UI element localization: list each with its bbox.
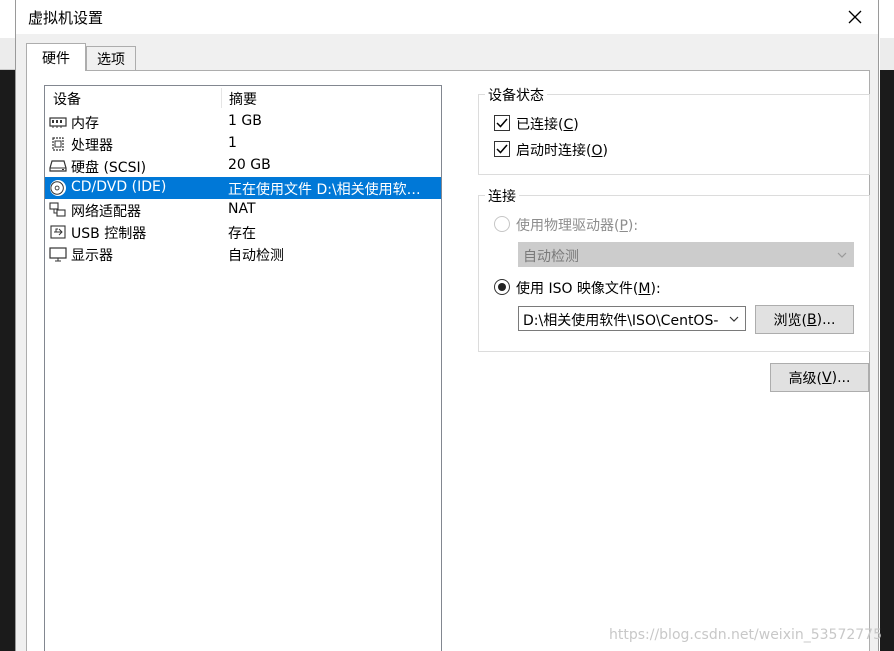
connected-checkbox[interactable]	[494, 115, 510, 131]
watermark: https://blog.csdn.net/weixin_53572775	[608, 627, 882, 643]
device-row-cd-dvd[interactable]: CD/DVD (IDE) 正在使用文件 D:\相关使用软…	[45, 177, 441, 199]
device-row-display[interactable]: 显示器 自动检测	[45, 243, 441, 265]
device-row-network-adapter[interactable]: 网络适配器 NAT	[45, 199, 441, 221]
connect-at-power-on-checkbox[interactable]	[494, 141, 510, 157]
title-bar: 虚拟机设置	[16, 0, 878, 34]
hardware-panel: 设备 摘要 内存 1 GB 处理器 1 硬盘 (SCSI) 20 GB CD/D…	[26, 70, 870, 651]
device-row-usb-controller[interactable]: USB 控制器 存在	[45, 221, 441, 243]
vm-settings-dialog: 虚拟机设置 硬件 选项 设备 摘要 内存 1 GB 处理器 1 硬盘 (SCSI…	[15, 0, 879, 651]
connection-group: 连接 使用物理驱动器(P): 自动检测 使用 ISO 映像文件(M): D:\相…	[478, 186, 870, 352]
device-name: CD/DVD (IDE)	[71, 179, 167, 195]
connect-at-power-on-label[interactable]: 启动时连接(O)	[516, 140, 608, 160]
iso-image-label[interactable]: 使用 ISO 映像文件(M):	[516, 278, 661, 298]
device-name: 网络适配器	[71, 204, 141, 220]
device-list[interactable]: 设备 摘要 内存 1 GB 处理器 1 硬盘 (SCSI) 20 GB CD/D…	[44, 85, 442, 651]
display-icon	[49, 247, 67, 262]
hard-disk-icon	[49, 160, 67, 172]
column-header-summary[interactable]: 摘要	[229, 89, 257, 109]
device-summary: 20 GB	[228, 157, 271, 173]
tab-options[interactable]: 选项	[86, 46, 136, 71]
chevron-down-icon	[729, 316, 739, 322]
network-adapter-icon	[49, 202, 66, 217]
close-icon	[848, 10, 862, 24]
physical-drive-select[interactable]: 自动检测	[518, 242, 854, 267]
connected-label[interactable]: 已连接(C)	[516, 114, 579, 134]
device-status-group: 设备状态 已连接(C) 启动时连接(O)	[478, 85, 870, 175]
physical-drive-radio[interactable]	[494, 216, 510, 232]
device-summary: 存在	[228, 226, 256, 242]
checkmark-icon	[496, 144, 508, 154]
device-summary: 1	[228, 135, 237, 151]
device-summary: 正在使用文件 D:\相关使用软…	[228, 182, 421, 198]
device-row-hard-disk[interactable]: 硬盘 (SCSI) 20 GB	[45, 155, 441, 177]
checkmark-icon	[496, 118, 508, 128]
iso-path-combobox[interactable]: D:\相关使用软件\ISO\CentOS-	[518, 306, 746, 331]
device-name: 处理器	[71, 138, 113, 154]
window-title: 虚拟机设置	[28, 9, 104, 27]
column-header-device[interactable]: 设备	[53, 89, 81, 109]
device-summary: 1 GB	[228, 113, 262, 129]
device-summary: NAT	[228, 201, 256, 217]
tab-hardware[interactable]: 硬件	[26, 43, 86, 71]
close-button[interactable]	[838, 2, 872, 32]
memory-icon	[49, 117, 67, 128]
iso-path-value: D:\相关使用软件\ISO\CentOS-	[523, 313, 719, 329]
browse-button[interactable]: 浏览(B)...	[755, 305, 854, 334]
device-summary: 自动检测	[228, 248, 284, 264]
column-divider[interactable]	[221, 88, 222, 108]
device-status-title: 设备状态	[485, 85, 547, 105]
radio-selected-dot	[498, 283, 506, 291]
device-name: 硬盘 (SCSI)	[71, 160, 147, 176]
device-name: USB 控制器	[71, 226, 147, 242]
device-name: 显示器	[71, 248, 113, 264]
iso-image-radio[interactable]	[494, 279, 510, 295]
usb-controller-icon	[50, 225, 66, 239]
device-list-header: 设备 摘要	[45, 86, 441, 110]
chevron-down-icon	[837, 252, 847, 258]
cd-dvd-icon	[50, 180, 66, 196]
physical-drive-select-value: 自动检测	[523, 249, 579, 265]
background-window-right	[880, 70, 894, 651]
connection-title: 连接	[485, 186, 519, 206]
background-window-strip-right	[880, 38, 894, 70]
processor-icon	[52, 137, 64, 151]
device-name: 内存	[71, 116, 99, 132]
device-row-memory[interactable]: 内存 1 GB	[45, 111, 441, 133]
advanced-button[interactable]: 高级(V)...	[770, 363, 869, 392]
physical-drive-label[interactable]: 使用物理驱动器(P):	[516, 215, 638, 235]
device-row-processor[interactable]: 处理器 1	[45, 133, 441, 155]
